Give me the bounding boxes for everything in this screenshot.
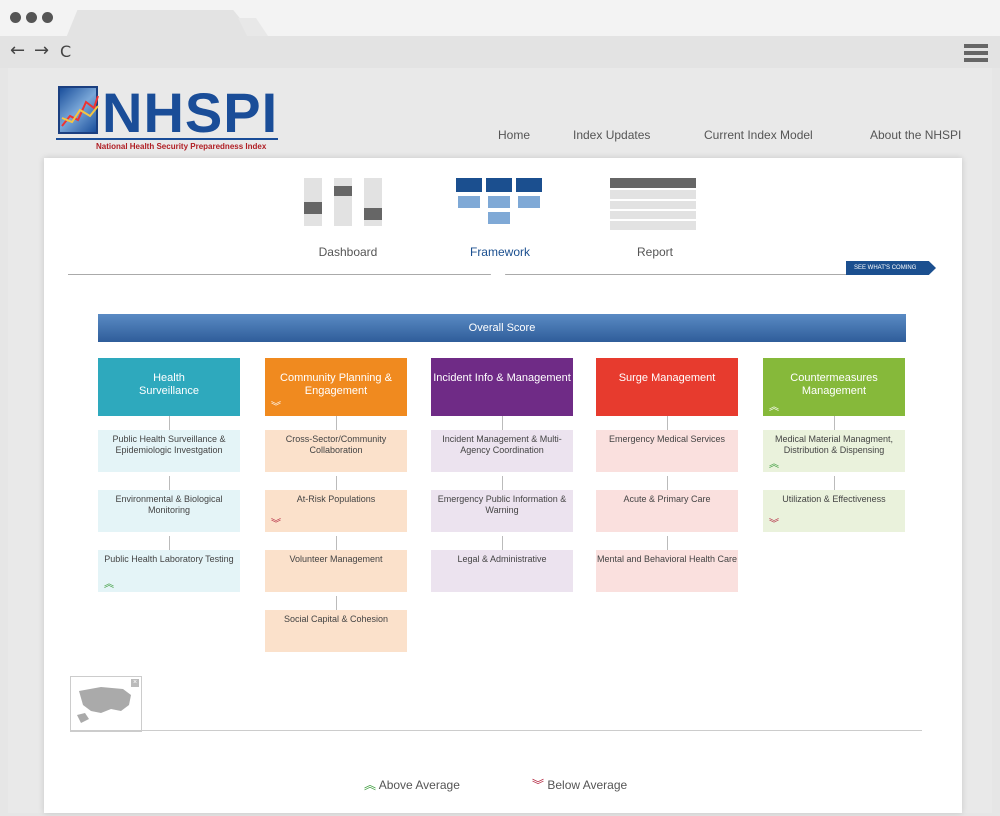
legend-below-label: Below Average xyxy=(547,778,628,792)
subdomain-box[interactable]: Mental and Behavioral Health Care xyxy=(596,550,738,592)
domain-header[interactable]: Surge Management xyxy=(596,358,738,416)
page: NHSPI National Health Security Preparedn… xyxy=(8,68,992,813)
connector-line xyxy=(666,476,668,490)
nav-about[interactable]: About the NHSPI xyxy=(870,128,961,142)
subdomain-label: Public Health Laboratory Testing xyxy=(104,554,234,564)
framework-icon[interactable] xyxy=(456,178,556,248)
connector-line xyxy=(168,416,170,430)
see-whats-coming-button[interactable]: SEE WHAT'S COMING xyxy=(846,261,936,275)
logo-subtitle: National Health Security Preparedness In… xyxy=(96,142,267,151)
bottom-divider xyxy=(70,730,922,731)
framework-column: Community Planning & Engagement ︾ Cross-Se… xyxy=(265,358,407,656)
reload-icon[interactable]: C xyxy=(60,42,71,61)
close-icon[interactable]: × xyxy=(131,679,139,687)
connector-line xyxy=(335,416,337,430)
subdomain-box[interactable]: At-Risk Populations ︾ xyxy=(265,490,407,532)
nav-current-index-model[interactable]: Current Index Model xyxy=(704,128,813,142)
framework-column: Surge Management Emergency Medical Servic… xyxy=(596,358,738,596)
overall-score-bar[interactable]: Overall Score xyxy=(98,314,906,342)
menu-icon[interactable] xyxy=(964,44,988,62)
subdomain-box[interactable]: Social Capital & Cohesion xyxy=(265,610,407,652)
dashboard-icon[interactable] xyxy=(300,178,400,248)
connector-line xyxy=(501,536,503,550)
window-dot[interactable] xyxy=(10,12,21,23)
connector-line xyxy=(168,476,170,490)
nav-index-updates[interactable]: Index Updates xyxy=(573,128,650,142)
connector-line xyxy=(501,476,503,490)
subdomain-box[interactable]: Utilization & Effectiveness ︾ xyxy=(763,490,905,532)
connector-line xyxy=(501,416,503,430)
connector-line xyxy=(666,416,668,430)
subdomain-label: Environmental & Biological Monitoring xyxy=(115,494,223,515)
subdomain-label: Volunteer Management xyxy=(289,554,383,564)
connector-line xyxy=(833,476,835,490)
domain-header[interactable]: Community Planning & Engagement ︾ xyxy=(265,358,407,416)
legend-above-label: Above Average xyxy=(378,778,460,792)
domain-header[interactable]: Countermeasures Management ︽ xyxy=(763,358,905,416)
subdomain-label: Medical Material Managment, Distribution… xyxy=(774,434,894,455)
double-chevron-up-icon: ︽ xyxy=(769,459,779,470)
double-chevron-down-icon: ︾ xyxy=(532,778,545,792)
double-chevron-up-icon: ︽ xyxy=(769,402,779,413)
browser-tab[interactable] xyxy=(66,10,256,38)
connector-line xyxy=(335,596,337,610)
us-map-thumbnail[interactable]: × xyxy=(70,676,142,732)
back-icon[interactable]: ← xyxy=(10,40,25,61)
tab-report[interactable]: Report xyxy=(600,245,710,259)
connector-line xyxy=(335,536,337,550)
subdomain-box[interactable]: Medical Material Managment, Distribution… xyxy=(763,430,905,472)
tab-framework[interactable]: Framework xyxy=(445,245,555,259)
domain-header[interactable]: Incident Info & Management xyxy=(431,358,573,416)
logo-underline xyxy=(56,138,278,140)
framework-column: Incident Info & Management Incident Manag… xyxy=(431,358,573,596)
subdomain-box[interactable]: Public Health Laboratory Testing ︽ xyxy=(98,550,240,592)
subdomain-label: Social Capital & Cohesion xyxy=(283,614,389,624)
subdomain-box[interactable]: Environmental & Biological Monitoring xyxy=(98,490,240,532)
subdomain-box[interactable]: Emergency Public Information & Warning xyxy=(431,490,573,532)
browser-toolbar: ← → C xyxy=(0,36,1000,68)
legend-above: ︽ Above Average xyxy=(364,776,460,793)
subdomain-label: Emergency Medical Services xyxy=(608,434,726,444)
subdomain-box[interactable]: Cross-Sector/Community Collaboration xyxy=(265,430,407,472)
browser-window: ← → C NHSPI National Health Security Pre… xyxy=(0,0,1000,816)
connector-line xyxy=(666,536,668,550)
domain-header[interactable]: Health Surveillance xyxy=(98,358,240,416)
window-dot[interactable] xyxy=(26,12,37,23)
connector-line xyxy=(335,476,337,490)
subdomain-label: Emergency Public Information & Warning xyxy=(437,494,567,515)
subdomain-label: Legal & Administrative xyxy=(457,554,547,564)
double-chevron-down-icon: ︾ xyxy=(769,519,779,530)
subdomain-box[interactable]: Public Health Surveillance & Epidemiolog… xyxy=(98,430,240,472)
logo-chart-icon xyxy=(58,86,99,134)
legend-below: ︾ Below Average xyxy=(532,776,627,793)
logo-title: NHSPI xyxy=(102,81,279,144)
subdomain-label: Utilization & Effectiveness xyxy=(782,494,886,504)
title-bar xyxy=(0,0,1000,38)
double-chevron-down-icon: ︾ xyxy=(271,402,281,413)
forward-icon[interactable]: → xyxy=(34,40,49,61)
subdomain-box[interactable]: Acute & Primary Care xyxy=(596,490,738,532)
subdomain-box[interactable]: Volunteer Management xyxy=(265,550,407,592)
connector-line xyxy=(168,536,170,550)
nav-home[interactable]: Home xyxy=(498,128,530,142)
double-chevron-down-icon: ︾ xyxy=(271,519,281,530)
logo[interactable]: NHSPI National Health Security Preparedn… xyxy=(48,81,288,158)
subdomain-label: Incident Management & Multi-Agency Coord… xyxy=(442,434,562,455)
subdomain-label: At-Risk Populations xyxy=(296,494,376,504)
connector-line xyxy=(833,416,835,430)
subdomain-box[interactable]: Legal & Administrative xyxy=(431,550,573,592)
subdomain-label: Mental and Behavioral Health Care xyxy=(596,554,738,564)
framework-column: Countermeasures Management ︽ Medical Mater… xyxy=(763,358,905,536)
double-chevron-up-icon: ︽ xyxy=(104,579,114,590)
subdomain-box[interactable]: Emergency Medical Services xyxy=(596,430,738,472)
subdomain-label: Cross-Sector/Community Collaboration xyxy=(285,434,387,455)
subdomain-box[interactable]: Incident Management & Multi-Agency Coord… xyxy=(431,430,573,472)
double-chevron-up-icon: ︽ xyxy=(364,778,377,792)
subdomain-label: Acute & Primary Care xyxy=(623,494,711,504)
report-icon[interactable] xyxy=(610,178,710,248)
window-dot[interactable] xyxy=(42,12,53,23)
framework-column: Health Surveillance Public Health Surveil… xyxy=(98,358,240,596)
subdomain-label: Public Health Surveillance & Epidemiolog… xyxy=(112,434,226,455)
tab-dashboard[interactable]: Dashboard xyxy=(293,245,403,259)
